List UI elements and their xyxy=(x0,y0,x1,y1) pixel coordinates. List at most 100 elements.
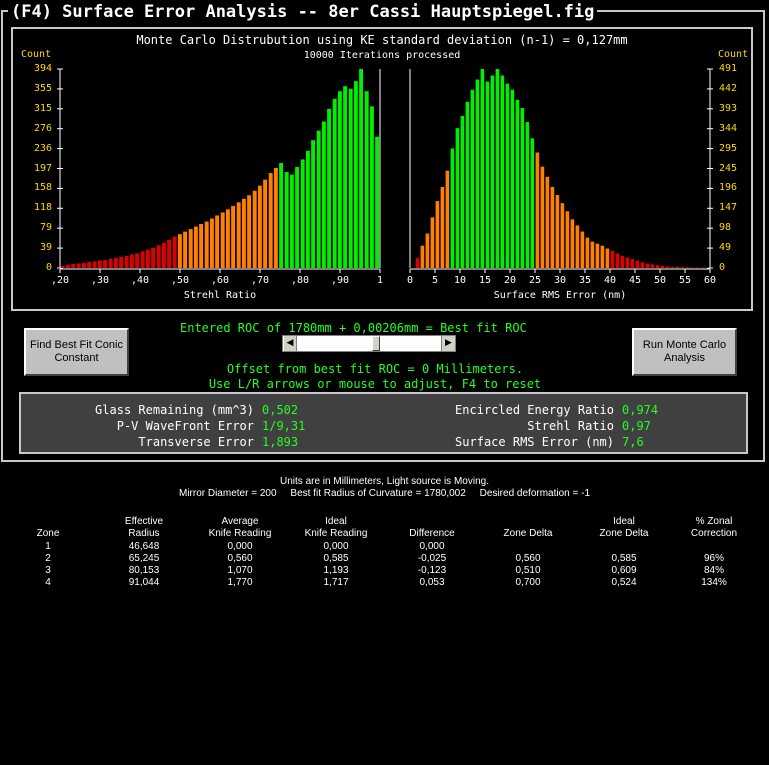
chart-0-bar xyxy=(316,130,321,268)
strehl-ratio-label: Strehl Ratio xyxy=(527,419,614,433)
roc-status-text: Entered ROC of 1780mm + 0,00206mm = Best… xyxy=(180,321,527,335)
slider-left-arrow-icon[interactable]: ◀ xyxy=(283,336,297,351)
roc-offset-slider[interactable]: ◀ ▶ xyxy=(282,335,456,352)
table-cell: 46,648 xyxy=(128,541,160,552)
chart-1-bar xyxy=(580,231,585,268)
chart-1-bar xyxy=(570,219,575,268)
strehl-ratio-value: 0,97 xyxy=(622,419,651,433)
run-monte-carlo-button[interactable]: Run Monte Carlo Analysis xyxy=(632,328,737,376)
chart-1-bar xyxy=(540,166,545,268)
chart-0-bar xyxy=(289,174,294,268)
chart-0-x-tick-label: ,90 xyxy=(330,275,350,286)
mirror-line: Mirror Diameter = 200 Best fit Radius of… xyxy=(178,488,591,499)
find-best-fit-conic-button[interactable]: Find Best Fit Conic Constant xyxy=(24,328,129,376)
table-cell: 0,000 xyxy=(323,541,349,552)
chart-0-x-tick-label: ,50 xyxy=(170,275,190,286)
chart-0-bar xyxy=(188,229,193,268)
chart-0-bar xyxy=(204,221,209,268)
table-cell: 134% xyxy=(701,577,727,588)
rms-axis-label: Surface RMS Error (nm) xyxy=(493,290,627,301)
chart-0-bar xyxy=(167,239,172,268)
chart-0-x-tick-label: ,70 xyxy=(250,275,270,286)
chart-0-bar xyxy=(359,69,364,268)
chart-1-bar xyxy=(485,81,490,268)
chart-1-y-tick-label: 147 xyxy=(719,202,738,214)
encircled-energy-label: Encircled Energy Ratio xyxy=(455,403,614,417)
table-cell: 0,560 xyxy=(227,553,253,564)
chart-0-x-tick-label: ,40 xyxy=(130,275,150,286)
chart-1-bar xyxy=(620,255,625,268)
table-header: Knife Reading xyxy=(208,528,272,539)
chart-1-bar xyxy=(520,107,525,268)
chart-1-y-tick-label: 0 xyxy=(719,262,726,273)
chart-1-bar xyxy=(490,75,495,268)
chart-0-x-tick-label: ,20 xyxy=(50,275,70,286)
chart-0-y-tick-label: 355 xyxy=(33,82,52,94)
table-cell: 2 xyxy=(45,553,51,564)
chart-0-bar xyxy=(300,159,305,268)
table-cell: 1,717 xyxy=(323,577,349,588)
chart-0-bar xyxy=(108,258,113,268)
slider-thumb[interactable] xyxy=(371,336,380,351)
chart-0-bar xyxy=(268,173,273,268)
slider-right-arrow-icon[interactable]: ▶ xyxy=(441,336,455,351)
table-header: Correction xyxy=(690,528,738,539)
table-cell: 1,193 xyxy=(323,565,349,576)
chart-1-bar xyxy=(670,266,675,268)
chart-1-bar xyxy=(420,245,425,268)
chart-0-x-tick-label: ,80 xyxy=(290,275,310,286)
chart-0-bar xyxy=(65,264,70,268)
chart-1-bar xyxy=(680,267,685,268)
chart-0-x-tick-label: ,60 xyxy=(210,275,230,286)
chart-1-bar xyxy=(685,267,690,268)
chart-0-y-tick-label: 197 xyxy=(33,162,52,174)
chart-0-bar xyxy=(369,106,374,268)
table-cell: 0,524 xyxy=(611,577,637,588)
chart-0-y-tick-label: 39 xyxy=(39,242,52,254)
chart-0-bar xyxy=(177,234,182,268)
strehl-axis-label: Strehl Ratio xyxy=(183,290,257,301)
surface-rms-label: Surface RMS Error (nm) xyxy=(455,435,614,449)
chart-0-bar xyxy=(199,224,204,268)
chart-1-y-tick-label: 344 xyxy=(719,122,738,134)
chart-1-bar xyxy=(475,79,480,268)
chart-1-bar xyxy=(495,69,500,268)
table-header-top: Average xyxy=(221,516,259,527)
chart-0-bar xyxy=(92,261,97,268)
chart-1-bar xyxy=(500,75,505,268)
table-header: Zone Delta xyxy=(599,528,649,539)
chart-1-bar xyxy=(435,201,440,268)
chart-1-bar xyxy=(555,195,560,268)
table-cell: 0,000 xyxy=(419,541,445,552)
offset-text: Offset from best fit ROC = 0 Millimeters… xyxy=(226,362,524,376)
table-cell: 91,044 xyxy=(128,577,160,588)
chart-0-bar xyxy=(113,257,118,268)
chart-1-bar xyxy=(595,243,600,268)
chart-0-bar xyxy=(124,255,129,268)
table-cell: 0,000 xyxy=(227,541,253,552)
chart-0-bar xyxy=(252,190,257,268)
chart-1-bar xyxy=(560,203,565,268)
table-header: Knife Reading xyxy=(304,528,368,539)
chart-0-bar xyxy=(364,91,369,268)
chart-0-y-tick-label: 158 xyxy=(33,182,52,194)
chart-0-bar xyxy=(284,172,289,268)
chart-0-bar xyxy=(215,215,220,268)
table-header-top: % Zonal xyxy=(695,516,733,527)
chart-1-bar xyxy=(600,245,605,268)
table-header: Zone xyxy=(36,528,60,539)
chart-0-y-tick-label: 79 xyxy=(39,222,52,234)
chart-1-y-tick-label: 98 xyxy=(719,222,732,234)
table-header-top: Effective xyxy=(124,516,164,527)
chart-0-bar xyxy=(305,150,310,268)
chart-0-bar xyxy=(156,245,161,268)
chart-1-bar xyxy=(530,138,535,268)
chart-0-x-tick-label: ,30 xyxy=(90,275,110,286)
transverse-error-label: Transverse Error xyxy=(138,435,254,449)
chart-1-bar xyxy=(450,148,455,268)
chart-0-bar xyxy=(353,81,358,269)
chart-1-y-tick-label: 49 xyxy=(719,242,732,254)
chart-1-bar xyxy=(645,263,650,268)
chart-0-bar xyxy=(225,209,230,268)
chart-0-bar xyxy=(135,253,140,268)
